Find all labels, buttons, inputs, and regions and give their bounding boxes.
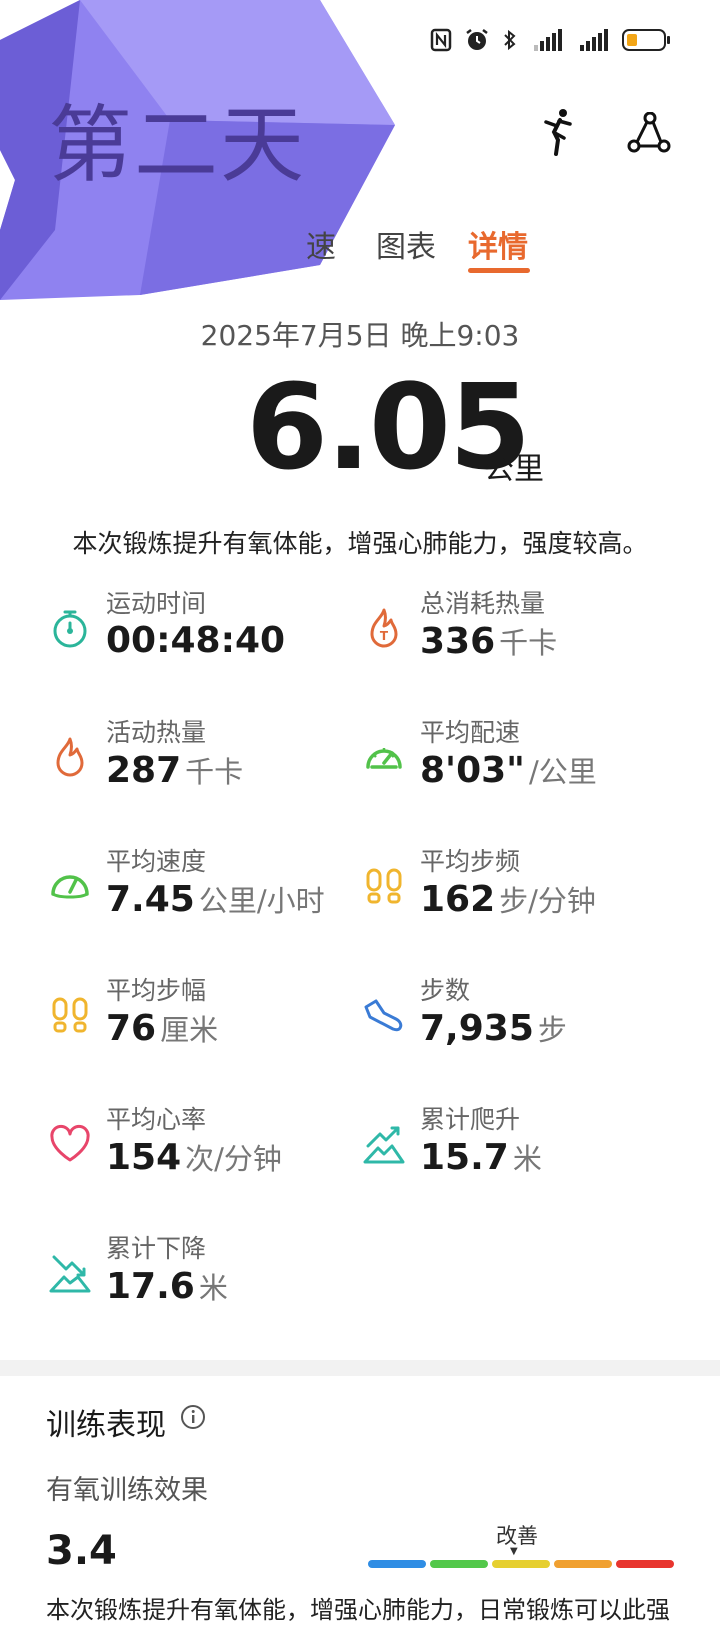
distance-unit: 公里 [484,452,544,487]
scale-segment-2 [430,1560,488,1568]
metric-label: 累计下降 [106,1234,207,1263]
aerobic-effect-title: 有氧训练效果 [46,1475,208,1506]
scale-segment-4 [554,1560,612,1568]
workout-summary: 本次锻炼提升有氧体能，增强心肺能力，强度较高。 [72,529,648,558]
descent-icon [49,1255,91,1293]
aerobic-description: 本次锻炼提升有氧体能，增强心肺能力，日常锻炼可以此强 [46,1596,670,1624]
stride-icon [52,997,88,1033]
metric-total-calories: T 总消耗热量 336 千卡 [362,584,682,684]
metric-duration: 运动时间 00:48:40 [48,584,368,684]
metric-unit: 米 [198,1271,228,1305]
metric-avg-speed: 平均速度 7.45 公里/小时 [48,842,368,942]
tab-speed[interactable]: 速 [306,222,336,266]
status-bar [430,28,672,52]
metric-value: 336 [420,621,496,662]
metric-label: 步数 [420,976,471,1005]
metric-unit: 米 [512,1142,542,1176]
metric-label: 总消耗热量 [420,589,546,618]
sticker-text: 第二天 [48,96,307,194]
metric-steps: 步数 7,935 步 [362,971,682,1071]
signal-icon-1 [534,29,562,51]
metric-unit: 千卡 [499,626,558,660]
metric-label: 活动热量 [106,718,207,747]
aerobic-effect-score: 3.4 [46,1528,117,1574]
alarm-icon [466,29,488,50]
calorie-flame-icon: T [370,608,398,648]
footprints-icon [366,868,402,904]
metric-value: 15.7 [420,1137,509,1178]
metric-value: 7.45 [106,879,195,920]
bluetooth-icon [504,29,516,51]
metric-label: 平均配速 [420,718,521,747]
running-pose-icon[interactable] [540,108,576,156]
level-marker-icon: ▼ [510,1546,518,1557]
metric-unit: 公里/小时 [198,884,325,918]
battery-icon [622,29,670,51]
scale-segment-5 [616,1560,674,1568]
metric-value: 287 [106,750,182,791]
metric-label: 运动时间 [106,589,207,618]
metric-label: 累计爬升 [420,1105,521,1134]
section-divider [0,1360,720,1376]
ascent-icon [363,1126,405,1164]
speedometer-icon [366,748,402,769]
info-icon[interactable] [180,1404,206,1430]
metric-active-calories: 活动热量 287 千卡 [48,713,368,813]
metric-value: 162 [420,879,496,920]
heart-icon [50,1124,90,1162]
metric-avg-heart-rate: 平均心率 154 次/分钟 [48,1100,368,1200]
scale-segment-1 [368,1560,426,1568]
stopwatch-icon [53,610,87,648]
metric-value: 154 [106,1137,182,1178]
scale-segment-3 [492,1560,550,1568]
metric-label: 平均速度 [106,847,207,876]
metric-avg-stride: 平均步幅 76 厘米 [48,971,368,1071]
metric-unit: 千卡 [185,755,244,789]
tab-chart[interactable]: 图表 [376,222,436,266]
metric-unit: 步/分钟 [499,884,596,918]
metric-label: 平均步幅 [106,976,207,1005]
tab-details[interactable]: 详情 [468,222,528,266]
flame-icon [56,737,84,777]
metric-unit: 次/分钟 [185,1142,282,1176]
metric-avg-pace: 平均配速 8'03"/公里 [362,713,682,813]
shoe-icon [364,999,403,1032]
workout-datetime: 2025年7月5日 晚上9:03 [200,319,520,352]
metric-value: 00:48:40 [106,620,286,661]
metric-ascent: 累计爬升 15.7 米 [362,1100,682,1200]
gauge-icon [51,875,89,899]
nfc-icon [430,28,452,52]
metric-value: 17.6 [106,1266,195,1307]
metric-unit: 步 [537,1013,567,1047]
svg-text:T: T [380,629,389,643]
metric-value: 7,935 [420,1008,534,1049]
metric-value: 76 [106,1008,157,1049]
metric-avg-cadence: 平均步频 162 步/分钟 [362,842,682,942]
route-share-icon[interactable] [626,112,672,154]
metric-value: 8'03" [420,750,525,791]
metric-unit: /公里 [528,755,597,789]
metric-descent: 累计下降 17.6 米 [48,1229,368,1329]
metric-label: 平均步频 [420,847,521,876]
tab-active-indicator [468,268,530,273]
training-section-title: 训练表现 [46,1408,166,1443]
signal-icon-2 [580,29,608,51]
metric-unit: 厘米 [160,1013,219,1047]
metric-label: 平均心率 [106,1105,207,1134]
